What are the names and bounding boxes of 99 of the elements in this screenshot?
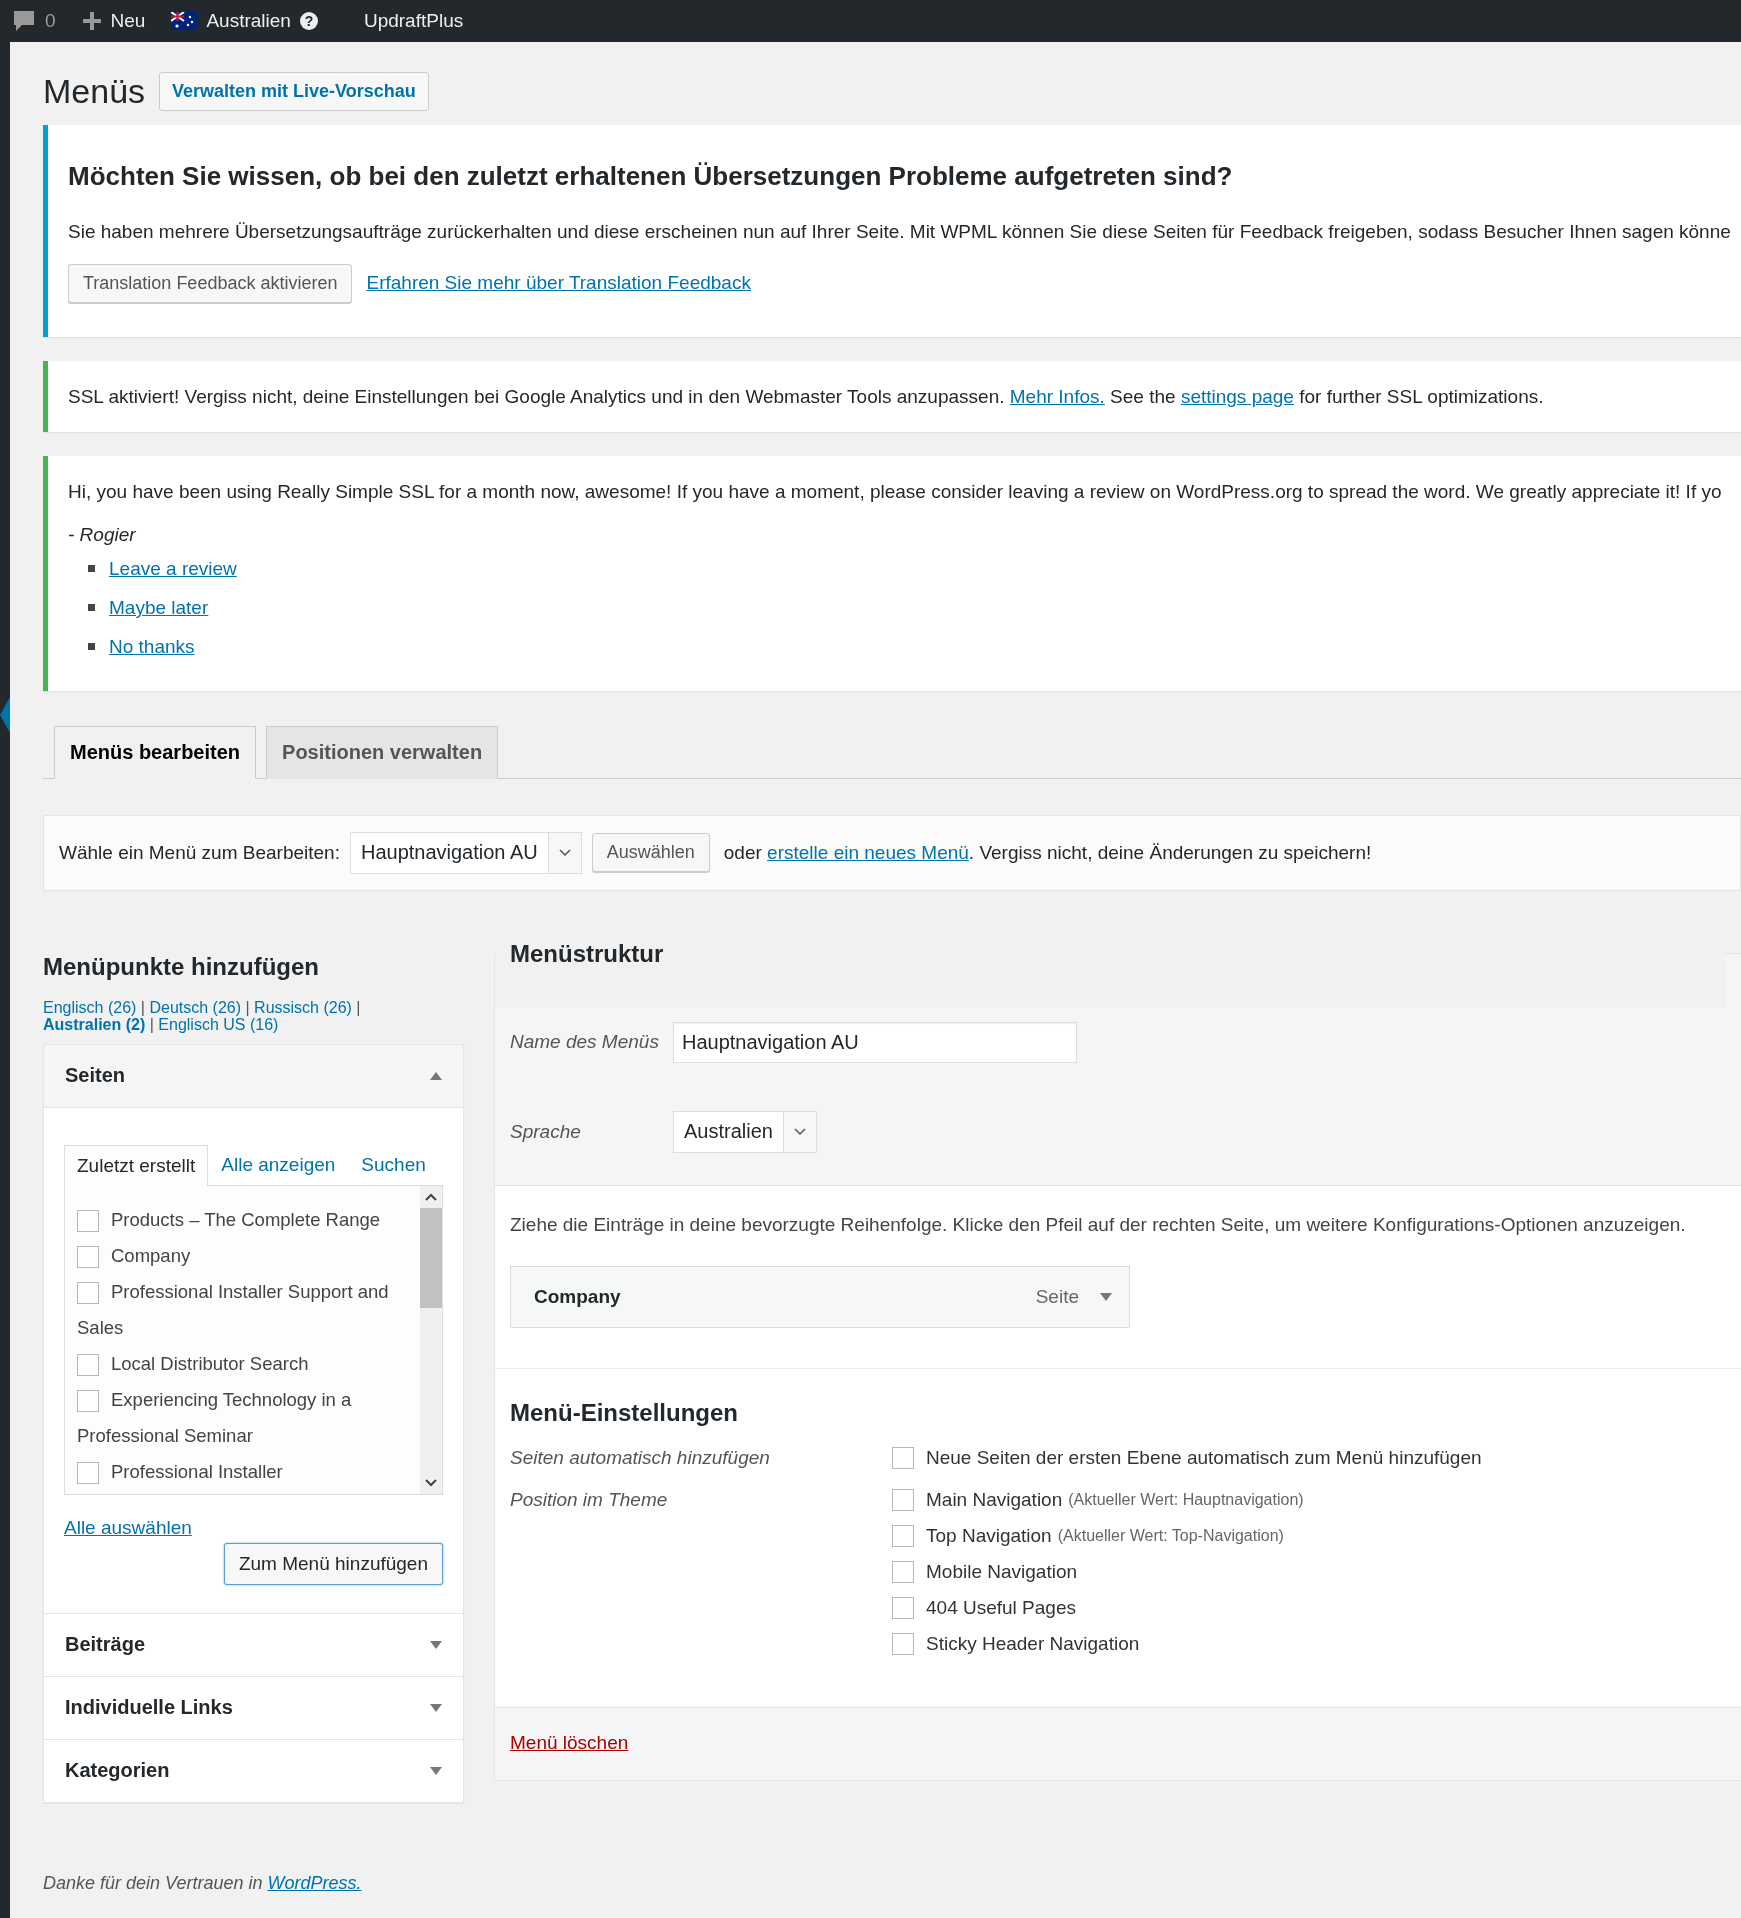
field-label: Name des Menüs (510, 1031, 660, 1054)
notice-text: SSL aktiviert! Vergiss nicht, deine Einstellungen bei Google Analytics und in den Webmaster Tools anzupassen. Mehr Infos. See the settings page for further SSL optimizations. (68, 384, 1545, 409)
triangle-down-icon[interactable] (429, 1702, 443, 1713)
separator-text: | (356, 998, 361, 1016)
section-heading: Menüpunkte hinzufügen (43, 952, 320, 981)
sub-tab[interactable]: Suchen (348, 1143, 439, 1185)
triangle-down-icon[interactable] (429, 1765, 443, 1776)
select-all-link[interactable]: Alle auswählen (64, 1516, 192, 1539)
page-option[interactable]: Products – The Complete Range (77, 1201, 408, 1238)
page-option[interactable]: Professional Installer (77, 1453, 408, 1490)
option-label[interactable]: Neue Seiten der ersten Ebene automatisch zum Menü hinzufügen (926, 1446, 1482, 1469)
delete-menu-link[interactable]: Menü löschen (510, 1731, 629, 1753)
caret-icon (558, 848, 571, 857)
scrollbar[interactable] (420, 1185, 442, 1494)
feedback-button[interactable]: Translation Feedback aktivieren (68, 263, 353, 303)
settings-heading: Menü-Einstellungen (510, 1398, 739, 1427)
field-label: Sprache (510, 1120, 582, 1143)
language-filter-link[interactable]: Australien (2) (43, 1016, 146, 1034)
bar-text: . Vergiss nicht, deine Änderungen zu speichern! (968, 841, 1372, 864)
language-filter-link[interactable]: Englisch (26) (43, 998, 137, 1017)
triangle-down-icon[interactable] (429, 1639, 443, 1650)
page-option[interactable]: Professional Installer Support and Sales (77, 1273, 408, 1346)
checkbox[interactable] (77, 1353, 99, 1376)
checkbox[interactable] (892, 1524, 914, 1547)
flag-icon[interactable] (171, 12, 198, 30)
notice-heading: Möchten Sie wissen, ob bei den zuletzt erhaltenen Übersetzungen Probleme aufgetreten sind? (68, 161, 1234, 192)
signature-text: - Rogier (68, 523, 137, 546)
bar-text: oder (723, 841, 763, 864)
language-switcher[interactable]: Australien (206, 10, 291, 32)
menu-dropdown[interactable]: Hauptnavigation AU (349, 831, 582, 874)
checkbox[interactable] (77, 1461, 99, 1484)
option-label[interactable]: 404 Useful Pages (926, 1596, 1076, 1619)
checkbox[interactable] (892, 1488, 914, 1511)
accordion-header[interactable]: Kategorien (44, 1738, 463, 1802)
current-value-note: (Aktueller Wert: Hauptnavigation) (1068, 1490, 1304, 1509)
comment-icon[interactable] (12, 9, 36, 33)
plugin-menu-item[interactable]: UpdraftPlus (363, 10, 464, 32)
footer-text: Danke für dein Vertrauen in WordPress. (43, 1872, 363, 1894)
plus-icon[interactable] (81, 11, 102, 31)
menu-item[interactable]: Company Seite (510, 1265, 1130, 1328)
page-option[interactable]: Company (77, 1237, 408, 1274)
language-dropdown[interactable]: Australien (673, 1110, 817, 1153)
checkbox[interactable] (892, 1560, 914, 1583)
notice-link[interactable]: No thanks (109, 635, 195, 658)
separator-text: | (149, 1016, 154, 1034)
option-label[interactable]: Mobile Navigation (926, 1560, 1078, 1583)
checkbox[interactable] (77, 1281, 99, 1304)
bullet-icon (88, 643, 95, 651)
triangle-up-icon[interactable] (429, 1070, 443, 1081)
live-preview-button[interactable]: Verwalten mit Live-Vorschau (159, 72, 429, 111)
sub-tab[interactable]: Zuletzt erstellt (64, 1144, 209, 1186)
option-label[interactable]: Main Navigation (926, 1488, 1063, 1511)
comment-count[interactable]: 0 (45, 10, 56, 32)
notice-text: Sie haben mehrere Übersetzungsaufträge zurückerhalten und diese erscheinen nun auf Ihrer Seite. Mit WPML können Sie diese Seiten für Feedback freigeben, sodass Besucher Ihnen sagen könne (68, 220, 1732, 244)
add-to-menu-button[interactable]: Zum Menü hinzufügen (223, 1542, 443, 1585)
language-filter-link[interactable]: Deutsch (26) (149, 998, 242, 1017)
help-icon[interactable]: ? (299, 12, 318, 30)
bar-text: Wähle ein Menü zum Bearbeiten: (59, 841, 340, 864)
notice-text: Hi, you have been using Really Simple SSL for a month now, awesome! If you have a moment, please consider leaving a review on WordPress.org to spread the word. We greatly appreciate it! If yo (68, 480, 1723, 505)
menu-name-field[interactable]: Hauptnavigation AU (673, 1021, 1077, 1063)
page-option[interactable]: Local Distributor Search (77, 1345, 408, 1382)
accordion-header[interactable]: Seiten (44, 1044, 463, 1108)
sub-tab[interactable]: Alle anzeigen (208, 1143, 349, 1185)
checkbox[interactable] (892, 1596, 914, 1619)
language-filter-link[interactable]: Russisch (26) (254, 998, 352, 1017)
page-title: Menüs (43, 72, 146, 111)
triangle-down-icon[interactable] (1099, 1291, 1113, 1302)
instructions-text: Ziehe die Einträge in deine bevorzugte Reihenfolge. Klicke den Pfeil auf der rechten Seite, um weitere Konfigurations-Optionen anzuzeigen. (510, 1213, 1687, 1236)
current-value-note: (Aktueller Wert: Top-Navigation) (1057, 1526, 1284, 1545)
bullet-icon (88, 565, 95, 573)
checkbox[interactable] (77, 1209, 99, 1232)
nav-tab[interactable]: Positionen verwalten (266, 725, 499, 779)
notice-link[interactable]: Maybe later (109, 596, 209, 619)
checkbox[interactable] (77, 1389, 99, 1412)
setting-label: Seiten automatisch hinzufügen (510, 1446, 771, 1469)
wordpress-link[interactable]: WordPress. (267, 1872, 362, 1893)
setting-label: Position im Theme (510, 1488, 669, 1512)
notice-link[interactable]: Leave a review (109, 557, 237, 580)
text-link[interactable]: Mehr Infos. (1009, 385, 1105, 407)
choose-button[interactable]: Auswählen (591, 833, 710, 873)
checkbox[interactable] (77, 1245, 99, 1268)
separator-text: | (140, 998, 145, 1016)
accordion-header[interactable]: Individuelle Links (44, 1675, 463, 1739)
checkbox[interactable] (892, 1446, 914, 1469)
collapse-arrow-icon[interactable] (0, 697, 10, 733)
caret-icon (793, 1127, 806, 1136)
learn-more-link[interactable]: Erfahren Sie mehr über Translation Feedback (366, 272, 751, 295)
text-link[interactable]: settings page (1180, 385, 1294, 407)
new-menu-item[interactable]: Neu (110, 10, 146, 32)
language-filter-link[interactable]: Englisch US (16) (158, 1016, 279, 1034)
accordion-header[interactable]: Beiträge (44, 1612, 463, 1676)
bullet-icon (88, 604, 95, 612)
option-label[interactable]: Sticky Header Navigation (926, 1632, 1140, 1655)
separator-text: | (245, 998, 250, 1016)
page-option[interactable]: Experiencing Technology in a Professional Seminar (77, 1381, 408, 1454)
option-label[interactable]: Top Navigation (926, 1524, 1052, 1547)
nav-tab[interactable]: Menüs bearbeiten (54, 725, 257, 779)
create-menu-link[interactable]: erstelle ein neues Menü (767, 841, 969, 864)
checkbox[interactable] (892, 1632, 914, 1655)
